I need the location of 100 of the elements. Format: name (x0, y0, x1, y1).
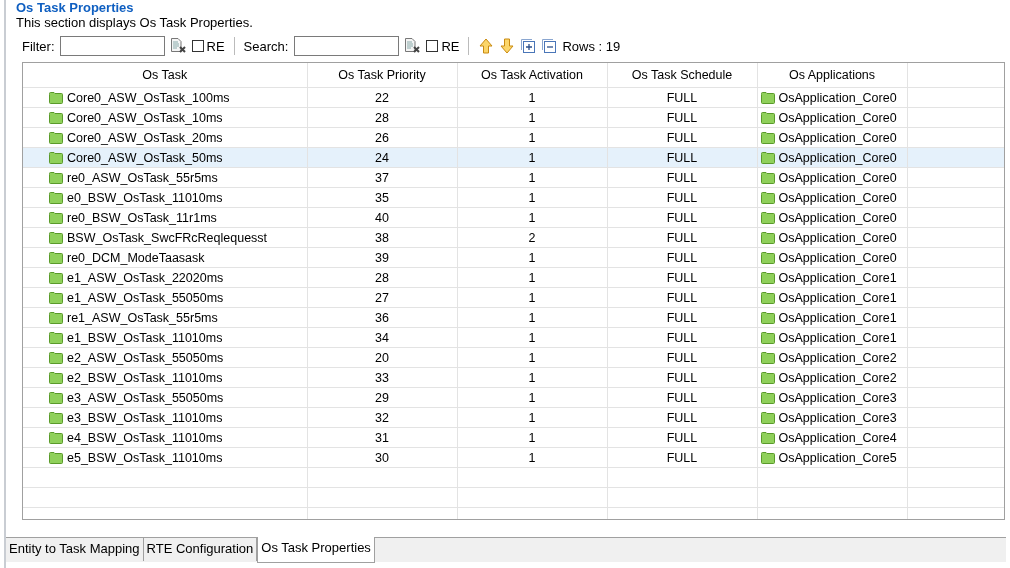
schedule-cell: FULL (666, 190, 698, 205)
folder-icon (49, 171, 63, 184)
priority-cell: 36 (375, 310, 389, 325)
folder-icon (760, 371, 775, 384)
column-header[interactable]: Os Task Schedule (631, 68, 733, 82)
folder-icon (760, 251, 775, 264)
application-name: OsApplication_Core2 (778, 350, 897, 365)
folder-icon (760, 331, 775, 344)
folder-icon (49, 331, 63, 344)
folder-icon (49, 431, 63, 444)
activation-cell: 1 (528, 190, 536, 205)
schedule-cell: FULL (666, 170, 698, 185)
schedule-cell: FULL (666, 330, 698, 345)
task-name: e3_BSW_OsTask_11010ms (67, 410, 223, 425)
folder-icon (49, 311, 63, 324)
task-name: re0_DCM_ModeTaasask (67, 250, 205, 265)
schedule-cell: FULL (666, 130, 698, 145)
task-name: Core0_ASW_OsTask_10ms (67, 110, 223, 125)
folder-icon (760, 191, 775, 204)
application-name: OsApplication_Core3 (778, 390, 897, 405)
activation-cell: 1 (528, 290, 536, 305)
section-description: This section displays Os Task Properties. (16, 15, 254, 30)
schedule-cell: FULL (666, 350, 698, 365)
folder-icon (760, 431, 775, 444)
expand-all-icon[interactable] (520, 38, 537, 54)
priority-cell: 28 (375, 270, 389, 285)
checkbox-label: RE (206, 38, 225, 54)
folder-icon (49, 271, 63, 284)
column-header[interactable]: Os Task Activation (481, 68, 583, 82)
arrow-up-icon[interactable] (478, 38, 495, 54)
schedule-cell: FULL (666, 90, 698, 105)
task-name: e4_BSW_OsTask_11010ms (67, 430, 223, 445)
folder-icon (760, 411, 775, 424)
folder-icon (49, 211, 63, 224)
schedule-cell: FULL (666, 290, 698, 305)
schedule-cell: FULL (666, 230, 698, 245)
task-name: Core0_ASW_OsTask_50ms (67, 150, 223, 165)
arrow-down-icon[interactable] (499, 38, 516, 54)
activation-cell: 1 (528, 150, 536, 165)
priority-cell: 38 (375, 230, 389, 245)
folder-icon (49, 91, 63, 104)
activation-cell: 1 (528, 370, 536, 385)
schedule-cell: FULL (666, 450, 698, 465)
priority-cell: 30 (375, 450, 389, 465)
application-name: OsApplication_Core0 (778, 190, 897, 205)
folder-icon (49, 411, 63, 424)
priority-cell: 28 (375, 110, 389, 125)
priority-cell: 40 (375, 210, 389, 225)
section-title: Os Task Properties (16, 0, 135, 15)
application-name: OsApplication_Core0 (778, 110, 897, 125)
clear-filter-icon[interactable] (169, 38, 187, 54)
checkbox[interactable] (191, 40, 204, 52)
column-header[interactable]: Os Task Priority (338, 68, 426, 82)
filter-field[interactable] (59, 36, 165, 56)
schedule-cell: FULL (666, 110, 698, 125)
priority-cell: 39 (375, 250, 389, 265)
collapse-all-icon[interactable] (541, 38, 558, 54)
activation-cell: 1 (528, 390, 536, 405)
folder-icon (49, 111, 63, 124)
search-field[interactable] (294, 36, 400, 56)
folder-icon (49, 131, 63, 144)
application-name: OsApplication_Core0 (778, 230, 897, 245)
folder-icon (760, 291, 775, 304)
application-name: OsApplication_Core0 (778, 250, 897, 265)
folder-icon (49, 151, 63, 164)
priority-cell: 22 (375, 90, 389, 105)
column-header[interactable]: Os Applications (788, 68, 876, 82)
task-name: e2_BSW_OsTask_11010ms (67, 370, 223, 385)
folder-icon (760, 351, 775, 364)
application-name: OsApplication_Core0 (778, 130, 897, 145)
schedule-cell: FULL (666, 430, 698, 445)
activation-cell: 1 (528, 330, 536, 345)
application-name: OsApplication_Core5 (778, 450, 897, 465)
tab[interactable]: Os Task Properties (257, 537, 375, 563)
application-name: OsApplication_Core0 (778, 90, 897, 105)
application-name: OsApplication_Core2 (778, 370, 897, 385)
activation-cell: 1 (528, 410, 536, 425)
activation-cell: 1 (528, 130, 536, 145)
folder-icon (49, 291, 63, 304)
schedule-cell: FULL (666, 370, 698, 385)
task-name: e3_ASW_OsTask_55050ms (67, 390, 224, 405)
activation-cell: 1 (528, 350, 536, 365)
task-name: e1_ASW_OsTask_55050ms (67, 290, 224, 305)
folder-icon (760, 151, 775, 164)
folder-icon (49, 191, 63, 204)
task-name: re0_BSW_OsTask_11r1ms (67, 210, 217, 225)
column-header[interactable]: Os Task (142, 68, 188, 82)
priority-cell: 35 (375, 190, 389, 205)
priority-cell: 24 (375, 150, 389, 165)
activation-cell: 1 (528, 430, 536, 445)
clear-filter-icon[interactable] (404, 38, 422, 54)
schedule-cell: FULL (666, 310, 698, 325)
activation-cell: 1 (528, 170, 536, 185)
application-name: OsApplication_Core0 (778, 210, 897, 225)
schedule-cell: FULL (666, 410, 698, 425)
checkbox[interactable] (426, 40, 439, 52)
schedule-cell: FULL (666, 250, 698, 265)
folder-icon (49, 351, 63, 364)
priority-cell: 31 (375, 430, 389, 445)
priority-cell: 20 (375, 350, 389, 365)
